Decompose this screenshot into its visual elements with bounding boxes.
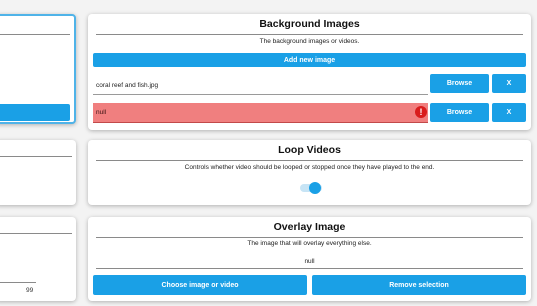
overlay-image-card: Overlay Image The image that will overla… — [88, 217, 531, 301]
left-card-top-button[interactable] — [0, 104, 70, 121]
left-card-bottom-value: 99 — [26, 287, 34, 294]
loop-videos-toggle-knob — [309, 182, 321, 194]
left-card-middle — [0, 140, 76, 205]
background-image-field-error-value: null — [96, 109, 107, 116]
left-card-bottom-input-underline — [0, 282, 36, 283]
browse-button[interactable]: Browse — [430, 103, 489, 122]
remove-image-button[interactable]: X — [492, 74, 526, 93]
overlay-image-description: The image that will overlay everything e… — [247, 240, 372, 247]
background-image-field[interactable]: coral reef and fish.jpg — [93, 76, 428, 95]
background-image-field-value: coral reef and fish.jpg — [96, 81, 159, 89]
add-new-image-button[interactable]: Add new image — [93, 53, 526, 67]
overlay-image-title-divider — [96, 237, 523, 238]
background-images-description: The background images or videos. — [259, 38, 360, 45]
background-images-title-divider — [96, 34, 523, 35]
background-image-field-error[interactable]: null — [93, 103, 428, 123]
left-card-top-divider — [0, 34, 70, 35]
exclamation-circle-icon: ! — [415, 106, 427, 118]
browse-button[interactable]: Browse — [430, 74, 489, 93]
loop-videos-title-divider — [96, 160, 523, 161]
background-images-card: Background Images The background images … — [88, 14, 531, 130]
overlay-image-value-underline — [96, 268, 523, 269]
left-card-bottom-divider — [0, 233, 72, 234]
loop-videos-toggle[interactable] — [300, 182, 322, 194]
left-card-top — [0, 14, 76, 124]
choose-image-or-video-button[interactable]: Choose image or video — [93, 275, 307, 295]
remove-selection-button[interactable]: Remove selection — [312, 275, 526, 295]
left-card-bottom: 99 — [0, 217, 76, 301]
remove-image-button[interactable]: X — [492, 103, 526, 122]
loop-videos-card: Loop Videos Controls whether video shoul… — [88, 140, 531, 205]
background-images-title: Background Images — [259, 18, 360, 30]
loop-videos-description: Controls whether video should be looped … — [184, 164, 435, 171]
overlay-image-title: Overlay Image — [273, 221, 346, 233]
overlay-image-value: null — [304, 258, 315, 265]
left-card-middle-divider — [0, 156, 72, 157]
loop-videos-title: Loop Videos — [278, 144, 341, 156]
